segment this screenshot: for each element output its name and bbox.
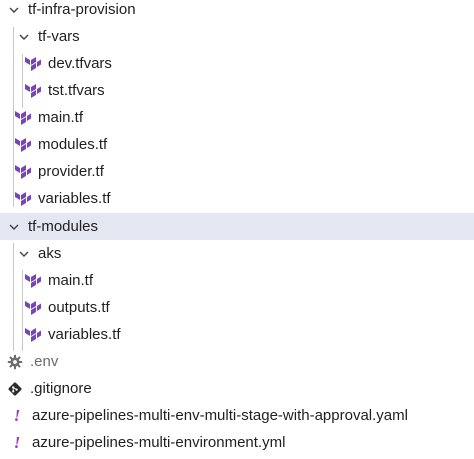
chevron-down-icon[interactable]: [6, 219, 22, 235]
file-row-tst-tfvars[interactable]: tst.tfvars: [0, 77, 474, 104]
file-label: .gitignore: [30, 380, 92, 397]
file-row-provider-tf[interactable]: provider.tf: [0, 158, 474, 185]
terraform-icon: [14, 109, 32, 127]
file-label: modules.tf: [38, 136, 108, 153]
terraform-icon: [24, 299, 42, 317]
folder-label: tf-infra-provision: [28, 1, 136, 18]
folder-row-tf-vars[interactable]: tf-vars: [0, 23, 474, 50]
terraform-icon: [14, 163, 32, 181]
terraform-icon: [14, 190, 32, 208]
folder-label: tf-modules: [28, 218, 99, 235]
file-label: .env: [30, 353, 59, 370]
file-row-gitignore[interactable]: .gitignore: [0, 375, 474, 402]
terraform-icon: [14, 136, 32, 154]
terraform-icon: [24, 272, 42, 290]
file-label: main.tf: [38, 109, 84, 126]
file-label: variables.tf: [48, 326, 121, 343]
file-label: dev.tfvars: [48, 55, 112, 72]
chevron-down-icon[interactable]: [16, 246, 32, 262]
folder-label: tf-vars: [38, 28, 80, 45]
file-label: tst.tfvars: [48, 82, 105, 99]
yaml-icon: !: [13, 432, 21, 452]
file-row-dev-tfvars[interactable]: dev.tfvars: [0, 50, 474, 77]
file-row-aks-variables-tf[interactable]: variables.tf: [0, 321, 474, 348]
terraform-icon: [24, 326, 42, 344]
git-icon: [6, 380, 24, 398]
folder-row-tf-infra-provision[interactable]: tf-infra-provision: [0, 0, 474, 23]
file-label: provider.tf: [38, 163, 104, 180]
file-label: main.tf: [48, 272, 94, 289]
folder-row-aks[interactable]: aks: [0, 240, 474, 267]
file-label: azure-pipelines-multi-env-multi-stage-wi…: [32, 407, 408, 424]
file-row-main-tf[interactable]: main.tf: [0, 104, 474, 131]
file-row-env[interactable]: .env: [0, 348, 474, 375]
chevron-down-icon[interactable]: [16, 29, 32, 45]
file-row-yaml-approval[interactable]: ! azure-pipelines-multi-env-multi-stage-…: [0, 402, 474, 429]
yaml-icon: !: [13, 405, 21, 425]
file-row-yml-multi-environment[interactable]: ! azure-pipelines-multi-environment.yml: [0, 429, 474, 456]
folder-label: aks: [38, 245, 62, 262]
file-row-modules-tf[interactable]: modules.tf: [0, 131, 474, 158]
file-label: azure-pipelines-multi-environment.yml: [32, 434, 286, 451]
folder-row-tf-modules[interactable]: tf-modules: [0, 213, 474, 240]
file-label: variables.tf: [38, 190, 111, 207]
file-row-aks-main-tf[interactable]: main.tf: [0, 267, 474, 294]
terraform-icon: [24, 82, 42, 100]
file-row-outputs-tf[interactable]: outputs.tf: [0, 294, 474, 321]
file-label: outputs.tf: [48, 299, 110, 316]
file-explorer-tree: tf-infra-provision tf-vars dev.tfvars ts…: [0, 0, 474, 459]
gear-icon: [6, 353, 24, 371]
terraform-icon: [24, 55, 42, 73]
chevron-down-icon[interactable]: [6, 2, 22, 18]
file-row-variables-tf[interactable]: variables.tf: [0, 185, 474, 212]
